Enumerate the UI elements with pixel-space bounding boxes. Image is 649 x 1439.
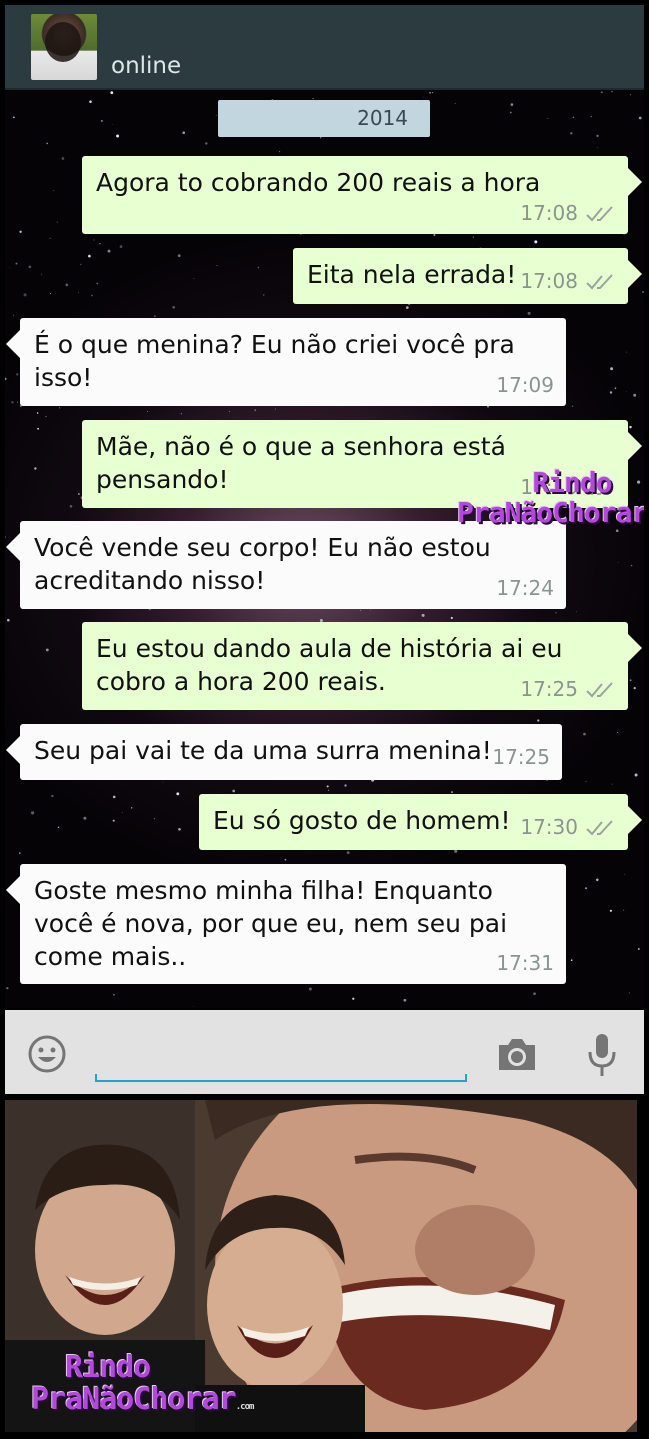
watermark-line1: Rindo — [532, 466, 612, 499]
message-text: Agora to cobrando 200 reais a hora — [96, 168, 541, 197]
message-bubble[interactable]: Eu estou dando aula de história ai eu co… — [82, 622, 642, 710]
message-meta: 17:25 — [492, 741, 550, 774]
message-text: Eita nela errada! — [307, 260, 517, 289]
message-time: 17:25 — [520, 677, 578, 701]
message-text: É o que menina? Eu não criei você pra is… — [34, 330, 515, 392]
message-text: Seu pai vai te da uma surra menina! — [34, 736, 492, 765]
message-bubble[interactable]: Agora to cobrando 200 reais a hora 17:08 — [82, 156, 642, 234]
message-time: 17:08 — [520, 201, 578, 225]
watermark-logo: Rindo PraNãoChorar.com — [457, 468, 644, 528]
message-meta: 17:30 — [520, 811, 616, 844]
message-text: Eu estou dando aula de história ai eu co… — [96, 634, 563, 696]
message-text: Goste mesmo minha filha! Enquanto você é… — [34, 876, 508, 971]
emoji-icon[interactable] — [27, 1034, 67, 1074]
message-meta: 17:24 — [496, 572, 554, 605]
laughing-meme-image: Rindo PraNãoChorar.com — [5, 1100, 637, 1432]
message-time: 17:08 — [520, 269, 578, 293]
message-meta: 17:31 — [496, 947, 554, 980]
double-check-icon — [586, 273, 613, 289]
message-bubble[interactable]: Goste mesmo minha filha! Enquanto você é… — [6, 864, 566, 984]
message-time: 17:31 — [496, 951, 554, 975]
double-check-icon — [586, 205, 613, 221]
date-chip: 2014 — [218, 100, 430, 137]
message-meta: 17:09 — [496, 369, 554, 402]
message-time: 17:30 — [520, 815, 578, 839]
message-bubble[interactable]: Seu pai vai te da uma surra menina! 17:2… — [6, 724, 562, 780]
double-check-icon — [586, 819, 613, 835]
contact-status: online — [111, 53, 182, 79]
message-meta: 17:25 — [520, 673, 616, 706]
double-check-icon — [586, 681, 613, 697]
message-input-bar — [5, 1010, 644, 1094]
watermark-line2: PraNãoChorar — [457, 496, 644, 529]
meme-watermark-line2: PraNãoChorar — [31, 1382, 237, 1417]
message-time: 17:25 — [492, 745, 550, 769]
message-text: Eu só gosto de homem! — [213, 806, 511, 835]
mic-icon[interactable] — [587, 1032, 617, 1078]
chat-header: online — [5, 5, 644, 90]
meme-watermark-line1: Rindo — [65, 1350, 151, 1385]
meme-watermark-suffix: .com — [235, 1402, 255, 1412]
message-meta: 17:08 — [520, 265, 616, 298]
camera-icon[interactable] — [496, 1036, 538, 1072]
message-text: Você vende seu corpo! Eu não estou acred… — [34, 533, 491, 595]
message-input[interactable] — [95, 1074, 467, 1082]
message-bubble[interactable]: É o que menina? Eu não criei você pra is… — [6, 318, 566, 406]
message-bubble[interactable]: Você vende seu corpo! Eu não estou acred… — [6, 521, 566, 609]
message-time: 17:09 — [496, 373, 554, 397]
message-bubble[interactable]: Eu só gosto de homem! 17:30 — [199, 794, 642, 850]
message-bubble[interactable]: Eita nela errada! 17:08 — [293, 248, 642, 304]
message-time: 17:24 — [496, 576, 554, 600]
contact-avatar[interactable] — [31, 14, 97, 80]
chat-area[interactable]: 2014 Agora to cobrando 200 reais a hora … — [5, 90, 644, 1008]
meme-watermark-logo: Rindo PraNãoChorar.com — [31, 1350, 255, 1417]
message-meta: 17:08 — [520, 197, 616, 230]
